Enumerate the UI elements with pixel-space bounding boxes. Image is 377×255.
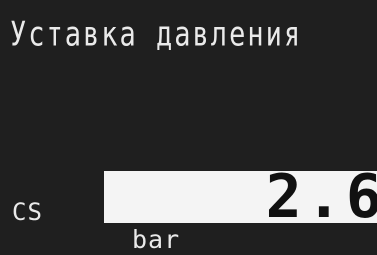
- screen-title: Уставка давления: [10, 15, 303, 55]
- device-display: Уставка давления CS 2.6 bar: [0, 0, 377, 255]
- value-field[interactable]: 2.6: [104, 171, 377, 223]
- unit-label: bar: [132, 225, 181, 254]
- value-display: 2.6: [265, 171, 377, 223]
- parameter-label: CS: [12, 198, 43, 226]
